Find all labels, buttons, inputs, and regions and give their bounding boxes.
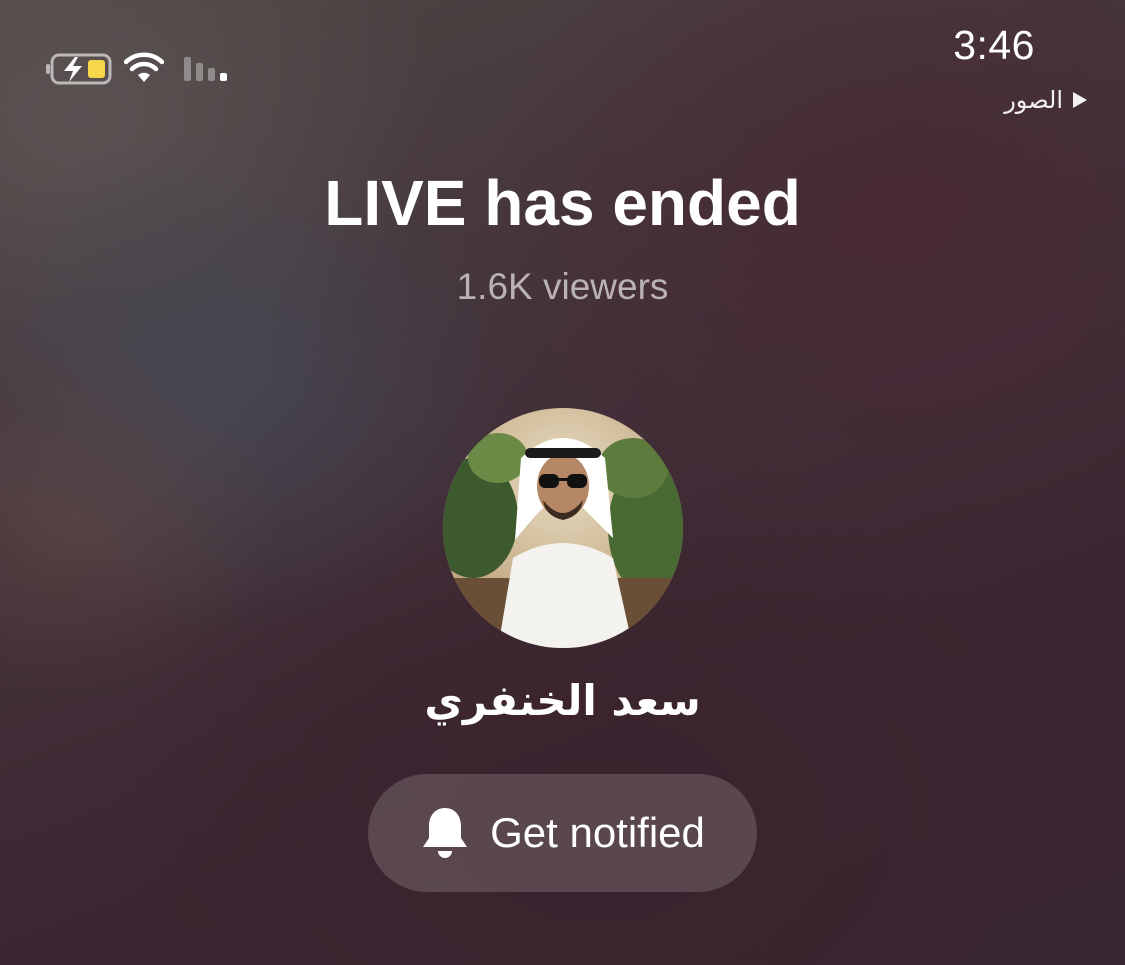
wifi-icon	[124, 52, 164, 84]
streamer-name[interactable]: سعد الخنفري	[0, 676, 1125, 725]
get-notified-button[interactable]: Get notified	[368, 774, 757, 892]
cellular-signal-icon	[182, 53, 238, 83]
viewer-count: 1.6K viewers	[456, 266, 669, 307]
avatar[interactable]	[443, 408, 683, 648]
live-ended-title: LIVE has ended	[324, 167, 801, 239]
back-app-label: الصور	[1004, 86, 1063, 114]
play-triangle-icon	[1073, 92, 1087, 108]
battery-charging-icon	[42, 52, 112, 85]
back-to-app-link[interactable]: الصور	[1004, 86, 1087, 114]
bell-icon	[420, 805, 470, 861]
status-bar-right: 3:46	[953, 22, 1035, 69]
status-time: 3:46	[953, 22, 1035, 68]
get-notified-label: Get notified	[490, 809, 705, 856]
status-bar-left	[42, 52, 238, 85]
